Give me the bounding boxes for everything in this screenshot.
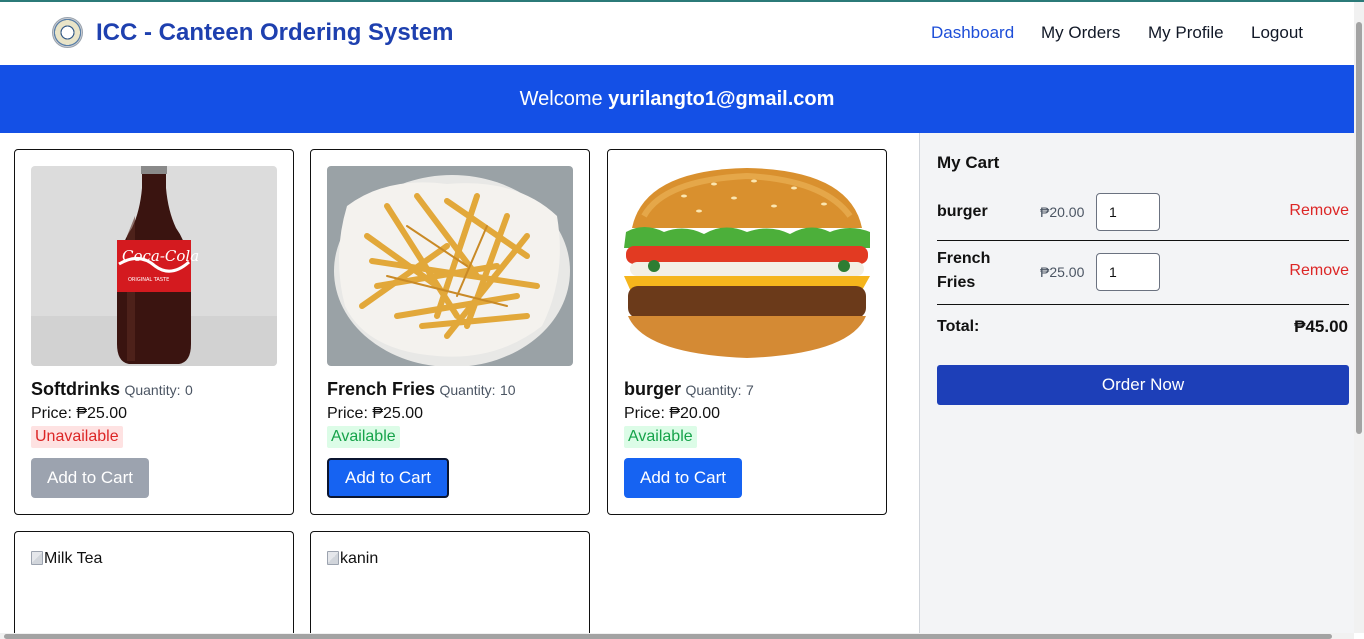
cart-item: burger ₱20.00 Remove — [937, 193, 1349, 233]
quantity-label: Quantity: — [439, 382, 496, 398]
status-badge: Unavailable — [31, 426, 123, 448]
quantity-label: Quantity: — [685, 382, 742, 398]
status-badge: Available — [624, 426, 697, 448]
add-to-cart-button[interactable]: Add to Cart — [327, 458, 449, 498]
product-card-softdrinks: Coca-Cola ORIGINAL TASTE Softdrinks Quan… — [14, 149, 294, 515]
product-card-milk-tea: Milk Tea — [14, 531, 294, 639]
scrollbar-thumb[interactable] — [4, 634, 1332, 639]
nav-my-profile[interactable]: My Profile — [1148, 23, 1224, 43]
cart-divider — [937, 240, 1349, 241]
quantity-value: 0 — [184, 382, 193, 398]
quantity-value: 10 — [499, 382, 516, 398]
french-fries-image — [327, 166, 573, 366]
product-card-french-fries: French Fries Quantity: 10 Price: ₱25.00 … — [310, 149, 590, 515]
coca-cola-bottle-image: Coca-Cola ORIGINAL TASTE — [31, 166, 277, 366]
nav-my-orders[interactable]: My Orders — [1041, 23, 1120, 43]
product-name: Softdrinks — [31, 379, 121, 399]
navbar: ICC - Canteen Ordering System Dashboard … — [0, 2, 1354, 65]
image-alt-text: Milk Tea — [44, 550, 103, 567]
product-card-burger: burger Quantity: 7 Price: ₱20.00 Availab… — [607, 149, 887, 515]
cart-panel: My Cart burger ₱20.00 Remove French Frie… — [919, 133, 1354, 633]
broken-image-milk-tea: Milk Tea — [31, 550, 102, 568]
cart-item-quantity-input[interactable] — [1096, 193, 1160, 231]
cart-item-name: burger — [937, 203, 988, 220]
welcome-text: Welcome — [519, 88, 603, 110]
scrollbar-thumb[interactable] — [1356, 22, 1362, 434]
price-label: Price: — [31, 405, 72, 422]
price-value: ₱20.00 — [669, 405, 721, 422]
add-to-cart-button[interactable]: Add to Cart — [624, 458, 742, 498]
broken-image-icon — [31, 551, 43, 565]
cart-item: French Fries ₱25.00 Remove — [937, 247, 1349, 299]
welcome-banner: Welcome yurilangto1@gmail.com — [0, 65, 1354, 133]
cart-item-remove-link[interactable]: Remove — [1289, 262, 1349, 280]
burger-image — [624, 166, 870, 366]
price-value: ₱25.00 — [76, 405, 128, 422]
product-name: French Fries — [327, 379, 436, 399]
broken-image-kanin: kanin — [327, 550, 378, 568]
quantity-value: 7 — [745, 382, 754, 398]
cart-title: My Cart — [937, 153, 1000, 172]
product-name: burger — [624, 379, 682, 399]
svg-text:ORIGINAL TASTE: ORIGINAL TASTE — [128, 277, 169, 283]
cart-total-label: Total: — [937, 318, 980, 335]
price-value: ₱25.00 — [372, 405, 424, 422]
school-seal-logo — [52, 17, 83, 48]
cart-item-price: ₱25.00 — [1040, 264, 1085, 280]
nav-logout[interactable]: Logout — [1251, 23, 1303, 43]
price-label: Price: — [624, 405, 665, 422]
horizontal-scrollbar[interactable] — [0, 633, 1354, 639]
broken-image-icon — [327, 551, 339, 565]
product-card-kanin: kanin — [310, 531, 590, 639]
cart-item-remove-link[interactable]: Remove — [1289, 202, 1349, 220]
order-now-button[interactable]: Order Now — [937, 365, 1349, 405]
image-alt-text: kanin — [340, 550, 379, 567]
svg-text:Coca-Cola: Coca-Cola — [122, 247, 199, 265]
price-label: Price: — [327, 405, 368, 422]
add-to-cart-button[interactable]: Add to Cart — [31, 458, 149, 498]
status-badge: Available — [327, 426, 400, 448]
vertical-scrollbar[interactable] — [1354, 2, 1364, 633]
welcome-user-email: yurilangto1@gmail.com — [608, 88, 835, 110]
cart-item-quantity-input[interactable] — [1096, 253, 1160, 291]
cart-item-name: French Fries — [937, 250, 991, 291]
cart-divider — [937, 304, 1349, 305]
nav-dashboard[interactable]: Dashboard — [931, 23, 1014, 43]
cart-total-value: ₱45.00 — [1294, 317, 1348, 336]
quantity-label: Quantity: — [124, 382, 181, 398]
brand-title: ICC - Canteen Ordering System — [96, 19, 454, 46]
cart-item-price: ₱20.00 — [1040, 204, 1085, 220]
